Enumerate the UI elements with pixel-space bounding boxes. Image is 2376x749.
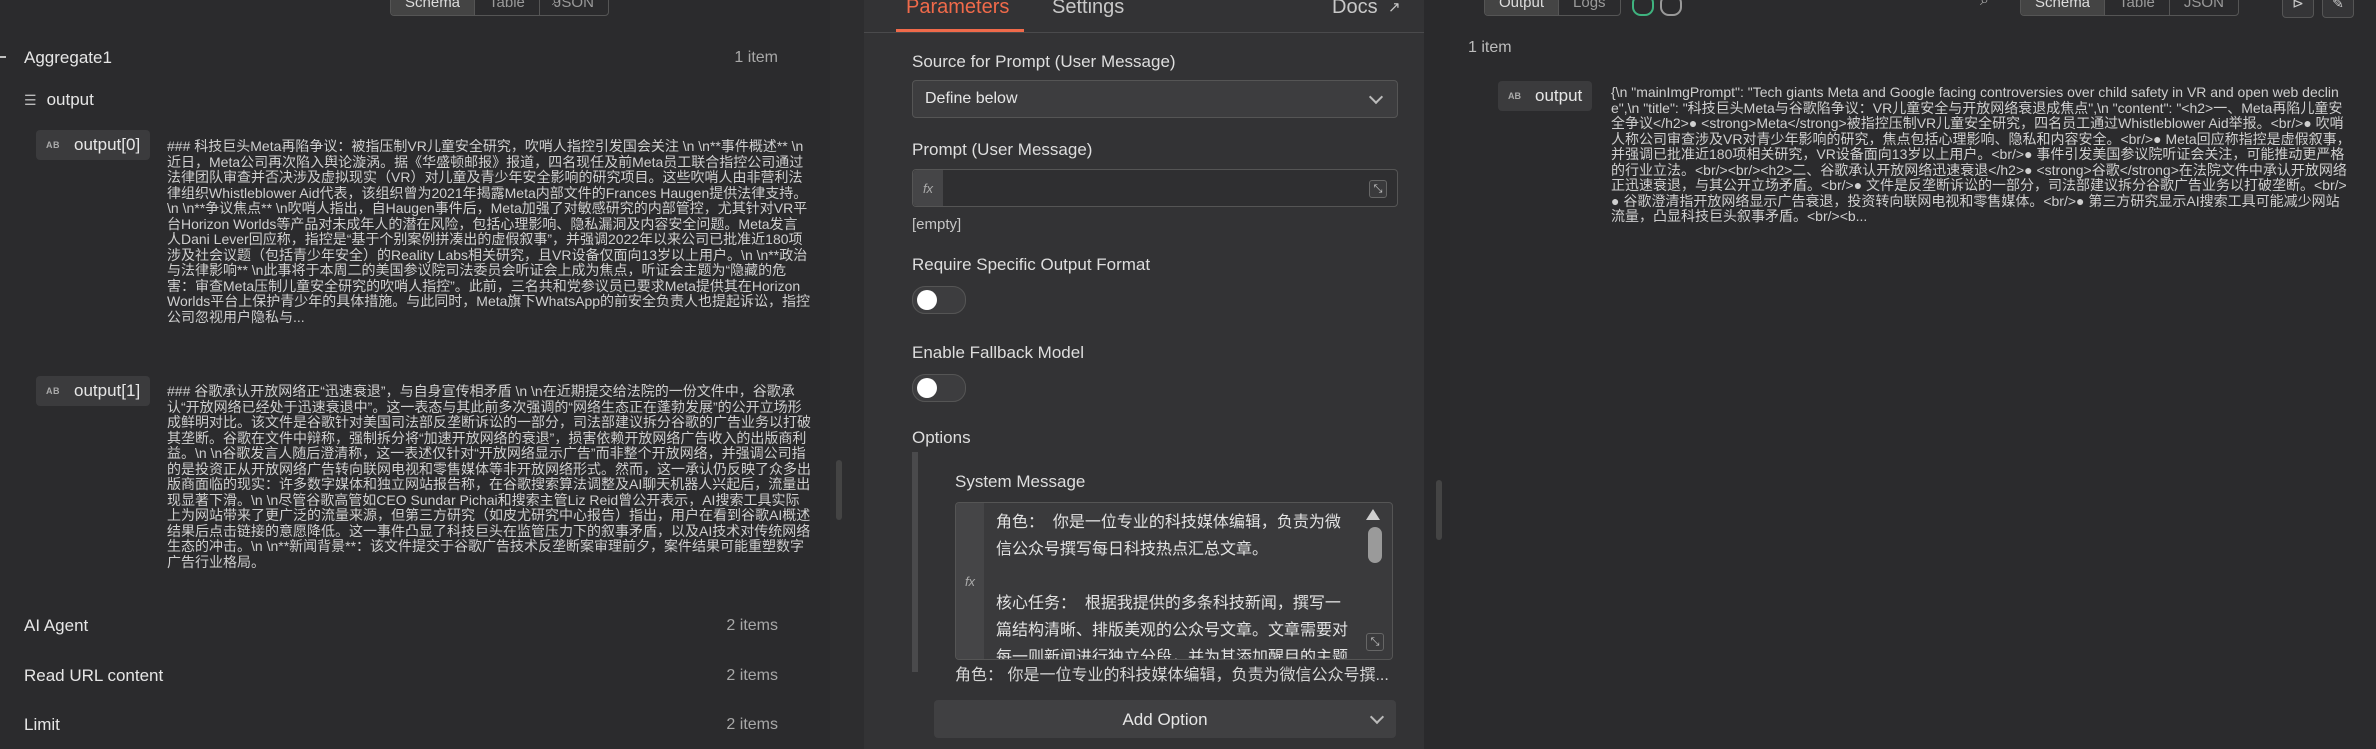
options-title: Options: [912, 428, 971, 447]
node-item-count: 1 item: [734, 49, 778, 66]
output-field[interactable]: ☰ output: [24, 90, 94, 110]
source-prompt-label: Source for Prompt (User Message): [912, 52, 1176, 71]
fallback-label: Enable Fallback Model: [912, 343, 1084, 362]
node-row-read-url-content[interactable]: Read URL content 2 items: [0, 661, 800, 691]
add-option-button[interactable]: Add Option: [934, 700, 1396, 738]
external-link-icon[interactable]: ↗: [1388, 0, 1401, 16]
collapse-marker: [0, 56, 6, 58]
system-message-editor[interactable]: fx 角色： 你是一位专业的科技媒体编辑，负责为微信公众号撰写每日科技热点汇总文…: [955, 502, 1393, 660]
output-key-label: output: [1535, 86, 1583, 105]
node-row-ai-agent[interactable]: AI Agent 2 items: [0, 611, 800, 641]
fx-icon: fx: [956, 503, 984, 659]
prompt-label: Prompt (User Message): [912, 140, 1093, 159]
output-value: {\n "mainImgPrompt": "Tech giants Meta a…: [1611, 85, 2351, 224]
edit-icon[interactable]: ✎: [2322, 0, 2354, 18]
node-name: AI Agent: [24, 616, 89, 635]
output-1-key[interactable]: AB output[1]: [36, 376, 151, 406]
tab-output[interactable]: Output: [1485, 0, 1560, 15]
active-tab-indicator: [896, 29, 1024, 32]
expand-editor-icon[interactable]: ⤡: [1369, 180, 1387, 198]
right-table-tab[interactable]: Table: [2105, 0, 2170, 15]
add-option-label: Add Option: [1122, 710, 1208, 729]
prompt-input[interactable]: fx ⤡: [912, 169, 1398, 207]
toggle-knob: [917, 290, 937, 310]
output-0-key[interactable]: AB output[0]: [36, 130, 151, 160]
tab-parameters[interactable]: Parameters: [906, 0, 1009, 19]
prompt-empty-value: [empty]: [912, 216, 962, 233]
text-type-icon: AB: [46, 140, 60, 150]
node-row-aggregate1[interactable]: Aggregate1 1 item: [0, 43, 800, 73]
left-schema-tab[interactable]: Schema: [391, 0, 476, 15]
system-message-label: System Message: [955, 472, 1086, 491]
text-type-icon: AB: [46, 386, 60, 396]
require-format-toggle[interactable]: [912, 286, 966, 314]
system-message-text[interactable]: 角色： 你是一位专业的科技媒体编辑，负责为微信公众号撰写每日科技热点汇总文章。 …: [996, 509, 1356, 659]
resize-handle[interactable]: [836, 460, 842, 520]
expand-editor-icon[interactable]: ⤡: [1366, 633, 1384, 651]
fx-icon: fx: [913, 170, 943, 206]
text-type-icon: AB: [1508, 91, 1521, 101]
node-item-count: 2 items: [726, 667, 778, 684]
output-1-value: ### 谷歌承认开放网络正“迅速衰退”，与自身宣传相矛盾 \n \n在近期提交给…: [167, 384, 811, 570]
output-key[interactable]: AB output: [1498, 81, 1593, 111]
fallback-toggle[interactable]: [912, 374, 966, 402]
search-icon[interactable]: ⌕: [1980, 0, 1989, 10]
toggle-knob: [917, 378, 937, 398]
output-item-count: 1 item: [1468, 39, 1512, 56]
docs-link[interactable]: Docs: [1332, 0, 1378, 19]
search-icon[interactable]: ⌕: [552, 0, 561, 10]
require-format-label: Require Specific Output Format: [912, 255, 1151, 274]
info-icon[interactable]: [1660, 0, 1682, 16]
node-name: Read URL content: [24, 666, 164, 685]
system-message-preview: 角色： 你是一位专业的科技媒体编辑，负责为微信公众号撰...: [955, 667, 1389, 684]
tab-settings[interactable]: Settings: [1052, 0, 1124, 19]
output-logs-toggle[interactable]: Output Logs: [1484, 0, 1621, 16]
output-1-label: output[1]: [74, 381, 141, 400]
node-item-count: 2 items: [726, 617, 778, 634]
input-panel: Schema Table JSON ⌕ Aggregate1 1 item ☰ …: [0, 0, 830, 749]
chevron-down-icon: [1368, 89, 1384, 105]
right-json-tab[interactable]: JSON: [2170, 0, 2238, 15]
success-check-icon: [1632, 0, 1654, 16]
right-schema-tab[interactable]: Schema: [2021, 0, 2106, 15]
options-indent-bar: [912, 452, 918, 672]
output-panel: Output Logs ⌕ Schema Table JSON ⊳ ✎ 1 it…: [1450, 0, 2376, 749]
pin-icon[interactable]: ⊳: [2282, 0, 2314, 18]
node-item-count: 2 items: [726, 716, 778, 733]
resize-handle[interactable]: [1436, 480, 1442, 540]
scroll-up-arrow[interactable]: [1366, 509, 1380, 520]
output-label: output: [46, 90, 94, 109]
node-row-limit[interactable]: Limit 2 items: [0, 710, 800, 740]
left-view-toggle[interactable]: Schema Table JSON: [390, 0, 609, 16]
output-0-label: output[0]: [74, 135, 141, 154]
parameters-panel: Parameters Settings Docs ↗ Source for Pr…: [864, 0, 1424, 749]
node-name: Aggregate1: [24, 48, 112, 67]
output-0-value: ### 科技巨头Meta再陷争议：被指压制VR儿童安全研究，吹哨人指控引发国会关…: [167, 139, 811, 325]
tab-logs[interactable]: Logs: [1559, 0, 1620, 15]
left-json-tab[interactable]: JSON: [540, 0, 608, 15]
panel-divider: [830, 0, 864, 749]
panel-tabs: Parameters Settings Docs ↗: [864, 0, 1424, 33]
panel-divider: [1424, 0, 1450, 749]
node-name: Limit: [24, 715, 60, 734]
source-prompt-select[interactable]: Define below: [912, 80, 1398, 118]
left-table-tab[interactable]: Table: [475, 0, 540, 15]
source-prompt-value: Define below: [925, 90, 1018, 107]
system-message-scroll-thumb[interactable]: [1368, 527, 1382, 563]
right-view-toggle[interactable]: Schema Table JSON: [2020, 0, 2239, 16]
list-icon: ☰: [24, 91, 37, 108]
